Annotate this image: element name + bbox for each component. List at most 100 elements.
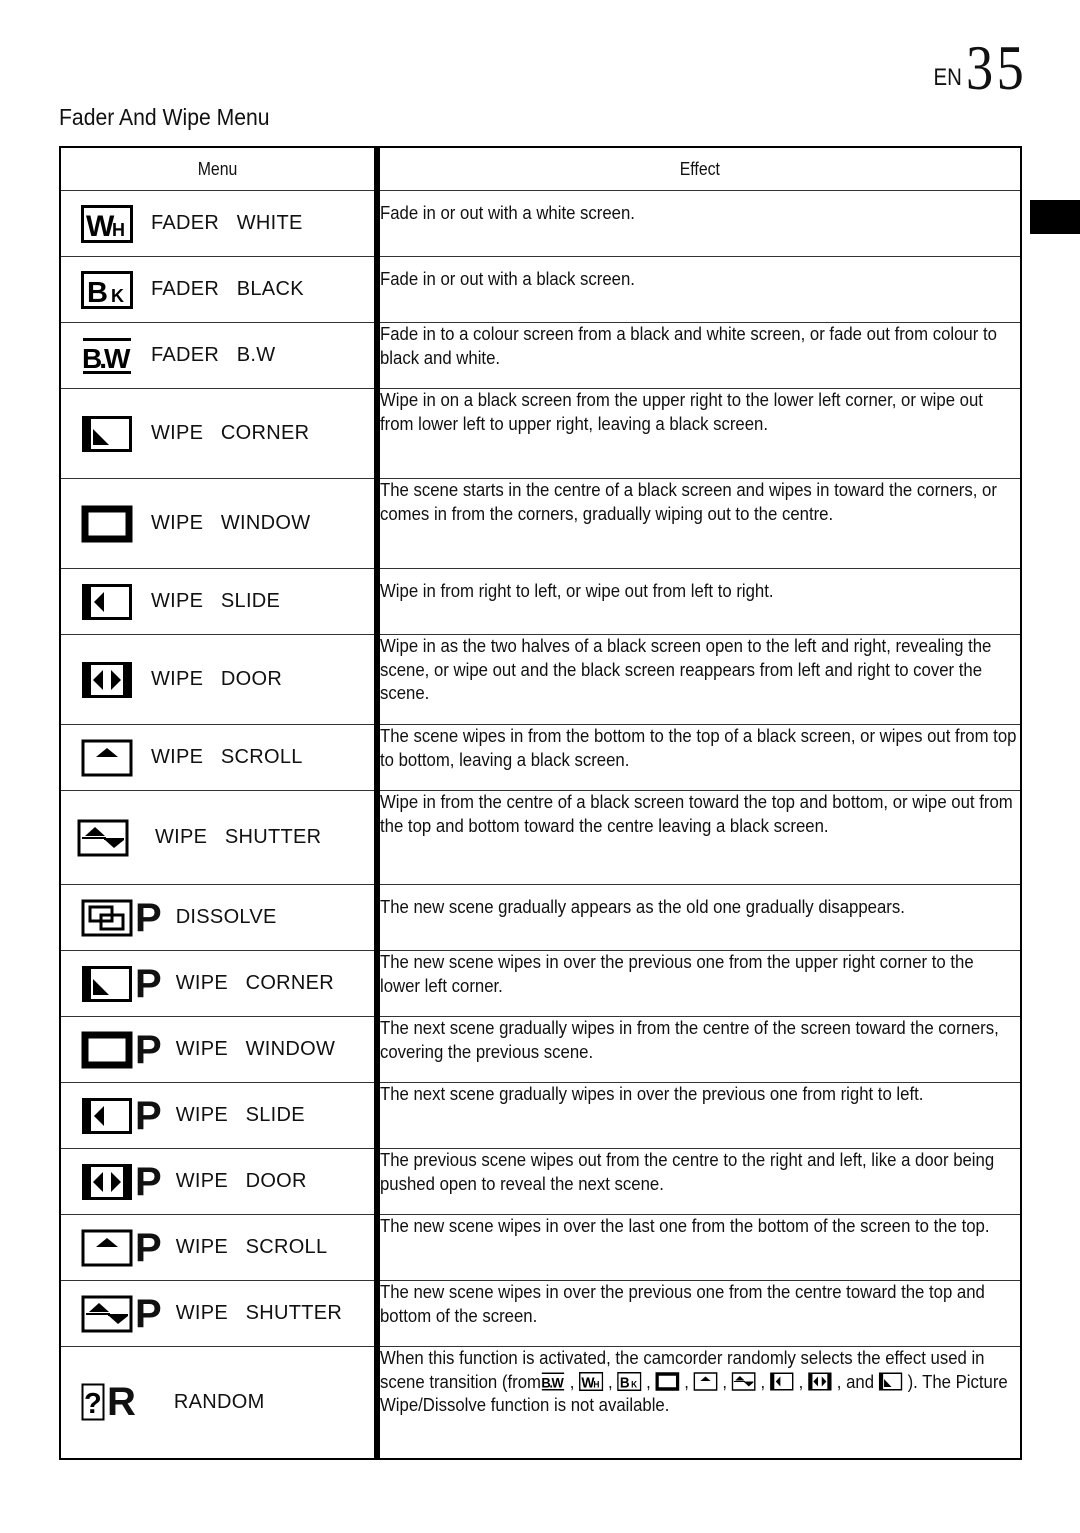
menu-item: P WIPE SCROLL	[61, 1228, 374, 1268]
effect-text: Wipe in as the two halves of a black scr…	[380, 636, 992, 703]
effect-text: When this function is activated, the cam…	[380, 1348, 1008, 1415]
table-row: P WIPE WINDOW The next scene gradually wip…	[60, 1016, 1021, 1083]
svg-text:B.W: B.W	[82, 343, 131, 374]
svg-text:?: ?	[84, 1388, 102, 1420]
effect-cell: Fade in to a colour screen from a black …	[377, 322, 1021, 389]
wipe-corner-icon	[81, 965, 133, 1003]
menu-item: WIPE SLIDE	[61, 583, 374, 621]
menu-item: P WIPE SHUTTER	[61, 1291, 374, 1336]
table-row: P DISSOLVE The new scene gradually appears…	[60, 884, 1021, 951]
svg-text:B.W: B.W	[541, 1375, 564, 1391]
wipe-corner-icon	[81, 415, 133, 453]
table-row: B K FADER BLACK Fade in or out with a blac…	[60, 256, 1021, 323]
effect-text: Fade in to a colour screen from a black …	[380, 324, 997, 368]
svg-text:H: H	[594, 1379, 600, 1389]
effect-text: Wipe in on a black screen from the upper…	[380, 390, 983, 434]
effect-header-text: Effect	[679, 158, 721, 179]
effect-text: The new scene wipes in over the previous…	[380, 952, 974, 996]
effect-text: The scene wipes in from the bottom to th…	[380, 726, 1017, 770]
svg-text:H: H	[112, 220, 125, 240]
menu-cell: WIPE SHUTTER	[60, 790, 380, 885]
menu-cell: B K FADER BLACK	[60, 256, 380, 323]
effect-text: The next scene gradually wipes in over t…	[380, 1084, 924, 1104]
menu-cell: WIPE SCROLL	[60, 724, 380, 791]
fader-bw-icon: B.W	[81, 337, 133, 375]
menu-item: B.W FADER B.W	[61, 337, 374, 375]
effect-text: The new scene gradually appears as the o…	[380, 897, 905, 917]
menu-item-label: FADER B.W	[151, 344, 276, 366]
menu-cell: P WIPE DOOR	[60, 1148, 380, 1215]
menu-column-header: Menu	[60, 147, 380, 191]
menu-item: P WIPE DOOR	[61, 1159, 374, 1204]
menu-cell: P WIPE SLIDE	[60, 1082, 380, 1149]
menu-item: WIPE DOOR	[61, 661, 374, 699]
wipe-shutter-icon	[81, 1295, 133, 1333]
effect-text: The scene starts in the centre of a blac…	[380, 480, 997, 524]
menu-cell: P DISSOLVE	[60, 884, 380, 951]
section-title: Fader And Wipe Menu	[59, 104, 270, 130]
inline-fader-black-icon: B K	[617, 1371, 642, 1392]
effect-cell: Fade in or out with a black screen.	[377, 256, 1021, 323]
effect-cell: Wipe in from right to left, or wipe out …	[377, 568, 1021, 635]
table-row: P WIPE SHUTTER The new scene wipes in over…	[60, 1280, 1021, 1347]
inline-wipe-scroll-icon	[693, 1371, 718, 1392]
table-row: P WIPE SCROLL The new scene wipes in over …	[60, 1214, 1021, 1281]
menu-item: WIPE SCROLL	[61, 739, 374, 777]
menu-item-label: WIPE DOOR	[151, 668, 283, 690]
effect-text: Fade in or out with a white screen.	[380, 203, 635, 223]
menu-cell: P WIPE SCROLL	[60, 1214, 380, 1281]
menu-item-label: FADER BLACK	[151, 278, 304, 300]
effect-cell: Wipe in as the two halves of a black scr…	[377, 634, 1021, 725]
effect-cell: The new scene wipes in over the previous…	[377, 1280, 1021, 1347]
effect-cell: The new scene wipes in over the last one…	[377, 1214, 1021, 1281]
menu-item-label: WIPE SCROLL	[175, 1236, 328, 1258]
menu-item-label: WIPE WINDOW	[175, 1038, 336, 1060]
menu-item-label: WIPE SHUTTER	[155, 826, 322, 848]
menu-item-label: WIPE SHUTTER	[175, 1302, 343, 1324]
wipe-scroll-icon	[81, 739, 133, 777]
wipe-window-icon	[81, 505, 133, 543]
effect-column-header: Effect	[377, 147, 1021, 191]
table-row: WIPE CORNER Wipe in on a black screen fro…	[60, 388, 1021, 479]
fader-black-icon: B K	[81, 270, 133, 309]
random-mark-icon: R	[107, 1380, 136, 1425]
effect-cell: The next scene gradually wipes in over t…	[377, 1082, 1021, 1149]
menu-cell: W H FADER WHITE	[60, 190, 380, 257]
table-row: P WIPE SLIDE The next scene gradually wipe…	[60, 1082, 1021, 1149]
effect-cell: Fade in or out with a white screen.	[377, 190, 1021, 257]
svg-text:W: W	[86, 210, 115, 243]
wipe-window-icon	[81, 1031, 133, 1069]
menu-item-label: DISSOLVE	[175, 906, 277, 928]
table-row-random: ? R RANDOM When this function is activat…	[60, 1346, 1021, 1459]
menu-item: P WIPE CORNER	[61, 964, 374, 1004]
svg-text:W: W	[581, 1375, 594, 1391]
menu-item: P WIPE SLIDE	[61, 1093, 374, 1138]
effect-text: Wipe in from right to left, or wipe out …	[380, 581, 774, 601]
effect-text: The new scene wipes in over the previous…	[380, 1282, 985, 1326]
inline-wipe-window-icon	[655, 1371, 680, 1392]
effect-cell: The previous scene wipes out from the ce…	[377, 1148, 1021, 1215]
menu-item: B K FADER BLACK	[61, 270, 374, 309]
dissolve-icon	[81, 899, 133, 937]
menu-header-text: Menu	[197, 158, 238, 179]
inline-wipe-shutter-icon	[731, 1371, 756, 1392]
menu-item-label: RANDOM	[173, 1390, 265, 1413]
inline-fader-white-icon: W H	[579, 1371, 604, 1392]
effect-cell: The next scene gradually wipes in from t…	[377, 1016, 1021, 1083]
picture-mode-icon: P	[135, 1159, 162, 1204]
table-header-row: Menu Effect	[60, 147, 1021, 191]
wipe-slide-icon	[81, 1097, 133, 1135]
table-row: P WIPE DOOR The previous scene wipes out f…	[60, 1148, 1021, 1215]
picture-mode-icon: P	[135, 1027, 162, 1072]
svg-text:K: K	[111, 286, 124, 306]
wipe-scroll-icon	[81, 1229, 133, 1267]
picture-mode-icon: P	[135, 1093, 162, 1138]
table-row: WIPE DOOR Wipe in as the two halves of a …	[60, 634, 1021, 725]
picture-mode-icon: P	[135, 1291, 162, 1336]
menu-cell: WIPE DOOR	[60, 634, 380, 725]
menu-cell: P WIPE WINDOW	[60, 1016, 380, 1083]
menu-item-label: WIPE CORNER	[175, 972, 335, 994]
fader-white-icon: W H	[81, 204, 133, 243]
page-number: EN 35	[931, 36, 1038, 100]
menu-item: ? R RANDOM	[61, 1380, 374, 1425]
